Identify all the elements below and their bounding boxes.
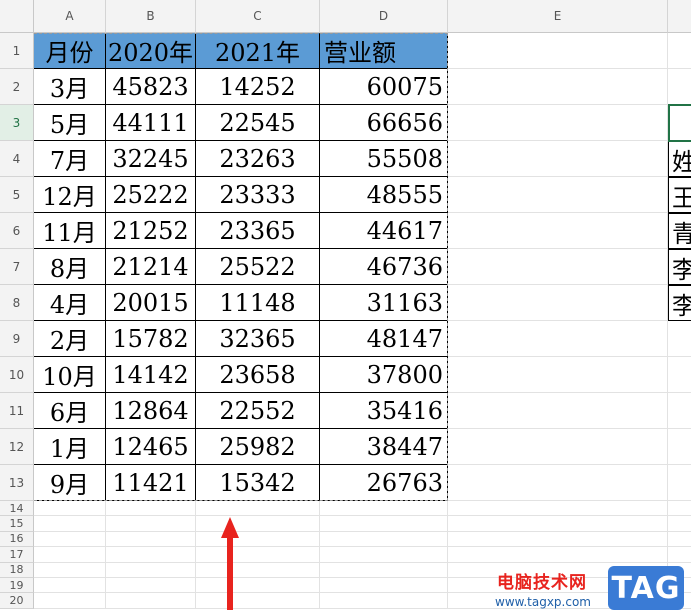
watermark-url: www.tagxp.com (495, 595, 591, 609)
watermark-tag-logo: TAG (608, 566, 684, 610)
overlay-layer (221, 517, 239, 610)
watermark-site-text: 电脑技术网 (497, 573, 587, 593)
red-arrow-icon (221, 517, 239, 610)
